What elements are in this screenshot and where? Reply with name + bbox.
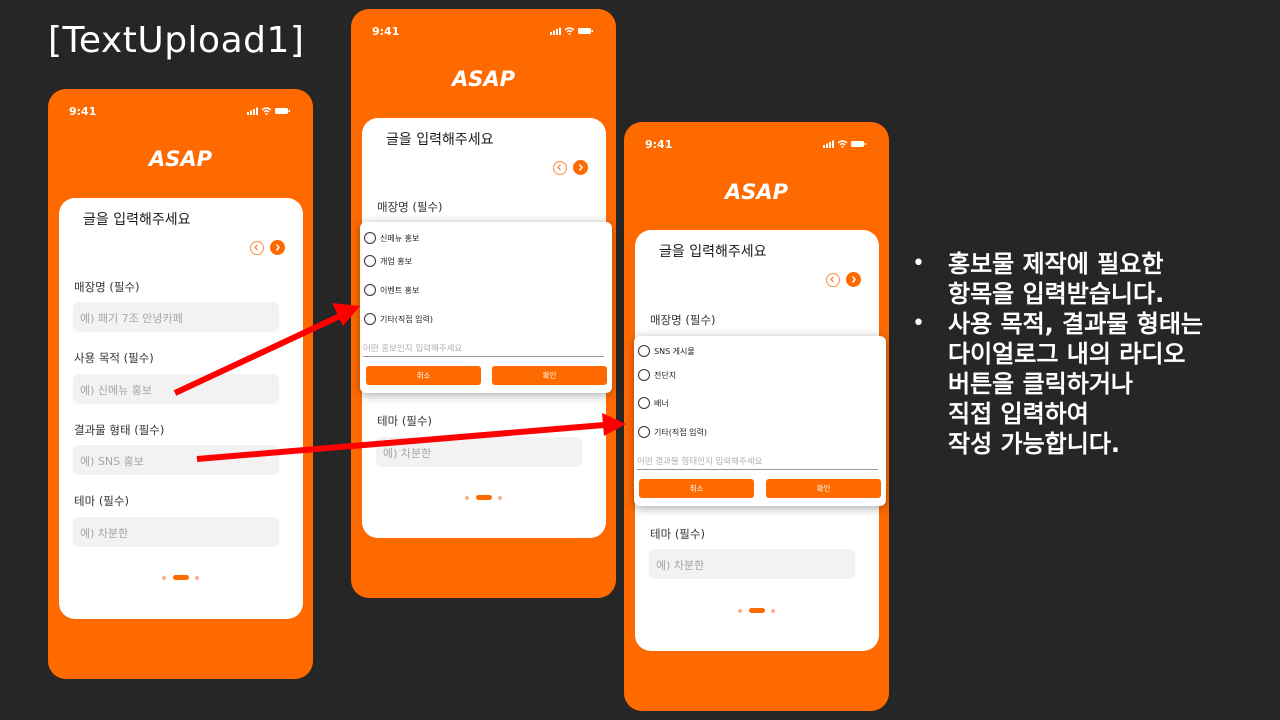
bullet-line: 버튼을 클릭하거나 <box>948 370 1133 398</box>
bullet-line: 홍보물 제작에 필요한 <box>948 250 1164 278</box>
description-bullets: • 홍보물 제작에 필요한 항목을 입력받습니다. • 사용 목적, 결과물 형… <box>912 249 1203 459</box>
bullet-line: 작성 가능합니다. <box>948 430 1121 458</box>
arrowhead-icon <box>602 413 626 436</box>
bullet-dot: • <box>912 311 925 336</box>
bullet-item: • 사용 목적, 결과물 형태는 다이얼로그 내의 라디오 버튼을 클릭하거나 … <box>912 309 1203 459</box>
bullet-line: 사용 목적, 결과물 형태는 <box>948 310 1203 338</box>
arrow-to-purpose-dialog <box>173 313 342 396</box>
arrow-to-format-dialog <box>196 422 605 462</box>
bullet-line: 항목을 입력받습니다. <box>948 280 1165 308</box>
bullet-line: 다이얼로그 내의 라디오 <box>948 340 1186 368</box>
bullet-dot: • <box>912 251 925 276</box>
bullet-line: 직접 입력하여 <box>948 400 1089 428</box>
bullet-item: • 홍보물 제작에 필요한 항목을 입력받습니다. <box>912 249 1203 309</box>
